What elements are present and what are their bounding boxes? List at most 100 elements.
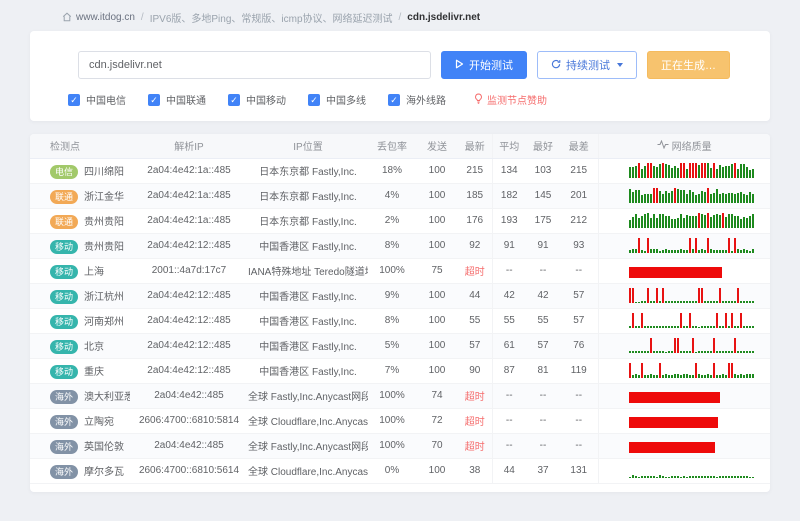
resolved-ip: 2a04:4e42:1a::485 <box>130 183 248 208</box>
node-name: 四川绵阳 <box>84 167 124 178</box>
worst-latency: -- <box>560 383 598 408</box>
best-latency: 81 <box>526 358 560 383</box>
latest-latency: 超时 <box>458 258 492 283</box>
loss-rate: 4% <box>368 183 416 208</box>
latest-latency: 185 <box>458 183 492 208</box>
best-latency: 42 <box>526 283 560 308</box>
line-filter-checkbox[interactable]: ✓ 中国联通 <box>148 92 206 107</box>
sponsor-label: 监测节点赞助 <box>487 92 547 107</box>
resolved-ip: 2a04:4e42::485 <box>130 433 248 458</box>
ip-location: 中国香港区 Fastly,Inc. <box>248 233 368 258</box>
table-row: 移动浙江杭州 2a04:4e42:12::485 中国香港区 Fastly,In… <box>30 283 770 308</box>
node-name: 贵州贵阳 <box>84 242 124 253</box>
start-test-button[interactable]: 开始测试 <box>441 51 527 79</box>
latest-latency: 176 <box>458 208 492 233</box>
loss-rate: 8% <box>368 233 416 258</box>
isp-badge: 移动 <box>50 290 78 304</box>
line-filter-checkbox[interactable]: ✓ 中国多线 <box>308 92 366 107</box>
header-loss-rate: 丢包率 <box>368 134 416 158</box>
host-input[interactable] <box>78 51 431 79</box>
network-quality-chart <box>629 213 753 228</box>
network-quality-chart <box>629 288 753 303</box>
sponsor-link[interactable]: 监测节点赞助 <box>474 92 547 107</box>
breadcrumb-path: IPV6版、多地Ping、常规版、icmp协议、网络延迟测试 <box>150 10 393 25</box>
avg-latency: 42 <box>492 283 526 308</box>
node-name: 重庆 <box>84 367 104 378</box>
generating-button[interactable]: 正在生成… <box>647 51 730 79</box>
table-row: 海外澳大利亚悉尼 2a04:4e42::485 全球 Fastly,Inc.An… <box>30 383 770 408</box>
avg-latency: 182 <box>492 183 526 208</box>
resolved-ip: 2a04:4e42::485 <box>130 383 248 408</box>
network-quality-chart <box>629 363 753 378</box>
play-icon <box>455 59 464 72</box>
resolved-ip: 2a04:4e42:12::485 <box>130 283 248 308</box>
start-test-label: 开始测试 <box>469 57 513 73</box>
network-quality-chart <box>629 238 753 253</box>
results-card: 检测点 解析IP IP位置 丢包率 发送 最新 平均 最好 最差 网络质量 电信… <box>30 134 770 492</box>
line-filter-label: 中国联通 <box>166 92 206 107</box>
latest-latency: 超时 <box>458 383 492 408</box>
best-latency: -- <box>526 383 560 408</box>
line-filter-checkbox[interactable]: ✓ 中国电信 <box>68 92 126 107</box>
isp-badge: 移动 <box>50 240 78 254</box>
sent-count: 100 <box>416 283 458 308</box>
header-sent: 发送 <box>416 134 458 158</box>
sent-count: 100 <box>416 333 458 358</box>
breadcrumb-site-link[interactable]: www.itdog.cn <box>62 12 135 23</box>
resolved-ip: 2a04:4e42:12::485 <box>130 358 248 383</box>
table-row: 海外摩尔多瓦 2606:4700::6810:5614 全球 Cloudflar… <box>30 458 770 483</box>
test-control-card: 开始测试 持续测试 正在生成… ✓ 中国电信 ✓ 中国联通 ✓ 中国移动 ✓ 中… <box>30 31 770 121</box>
home-icon <box>62 12 72 22</box>
best-latency: 145 <box>526 183 560 208</box>
continuous-test-button[interactable]: 持续测试 <box>537 51 637 79</box>
header-best: 最好 <box>526 134 560 158</box>
latest-latency: 215 <box>458 158 492 183</box>
header-network-quality: 网络质量 <box>598 134 770 158</box>
generating-label: 正在生成… <box>661 57 716 73</box>
latest-latency: 44 <box>458 283 492 308</box>
activity-icon <box>657 140 672 151</box>
node-name: 浙江杭州 <box>84 292 124 303</box>
latest-latency: 超时 <box>458 408 492 433</box>
table-header-row: 检测点 解析IP IP位置 丢包率 发送 最新 平均 最好 最差 网络质量 <box>30 134 770 158</box>
sent-count: 74 <box>416 383 458 408</box>
network-quality-chart <box>629 263 753 278</box>
resolved-ip: 2a04:4e42:1a::485 <box>130 208 248 233</box>
sent-count: 100 <box>416 158 458 183</box>
line-filter-label: 中国移动 <box>246 92 286 107</box>
sent-count: 100 <box>416 233 458 258</box>
sent-count: 100 <box>416 183 458 208</box>
network-quality-chart <box>629 413 753 428</box>
best-latency: -- <box>526 408 560 433</box>
worst-latency: 212 <box>560 208 598 233</box>
checkbox-checked-icon: ✓ <box>388 94 400 106</box>
ip-location: 日本东京都 Fastly,Inc. <box>248 208 368 233</box>
line-filter-checkbox[interactable]: ✓ 中国移动 <box>228 92 286 107</box>
ip-location: 全球 Cloudflare,Inc.Anycast网段 <box>248 458 368 483</box>
isp-badge: 海外 <box>50 440 78 454</box>
best-latency: 175 <box>526 208 560 233</box>
line-filter-label: 中国多线 <box>326 92 366 107</box>
checkbox-checked-icon: ✓ <box>228 94 240 106</box>
table-row: 移动重庆 2a04:4e42:12::485 中国香港区 Fastly,Inc.… <box>30 358 770 383</box>
sent-count: 100 <box>416 208 458 233</box>
avg-latency: -- <box>492 408 526 433</box>
resolved-ip: 2a04:4e42:1a::485 <box>130 158 248 183</box>
loss-rate: 18% <box>368 158 416 183</box>
latest-latency: 55 <box>458 308 492 333</box>
worst-latency: 93 <box>560 233 598 258</box>
ip-location: 中国香港区 Fastly,Inc. <box>248 283 368 308</box>
sponsor-bulb-icon <box>474 93 483 107</box>
network-quality-chart <box>629 388 753 403</box>
sent-count: 100 <box>416 308 458 333</box>
line-filter-checkbox[interactable]: ✓ 海外线路 <box>388 92 446 107</box>
loss-rate: 100% <box>368 433 416 458</box>
header-average: 平均 <box>492 134 526 158</box>
worst-latency: 201 <box>560 183 598 208</box>
controls-row: 开始测试 持续测试 正在生成… <box>78 51 730 79</box>
isp-badge: 电信 <box>50 165 78 179</box>
table-row: 移动北京 2a04:4e42:12::485 中国香港区 Fastly,Inc.… <box>30 333 770 358</box>
sent-count: 100 <box>416 458 458 483</box>
avg-latency: 134 <box>492 158 526 183</box>
node-name: 北京 <box>84 342 104 353</box>
